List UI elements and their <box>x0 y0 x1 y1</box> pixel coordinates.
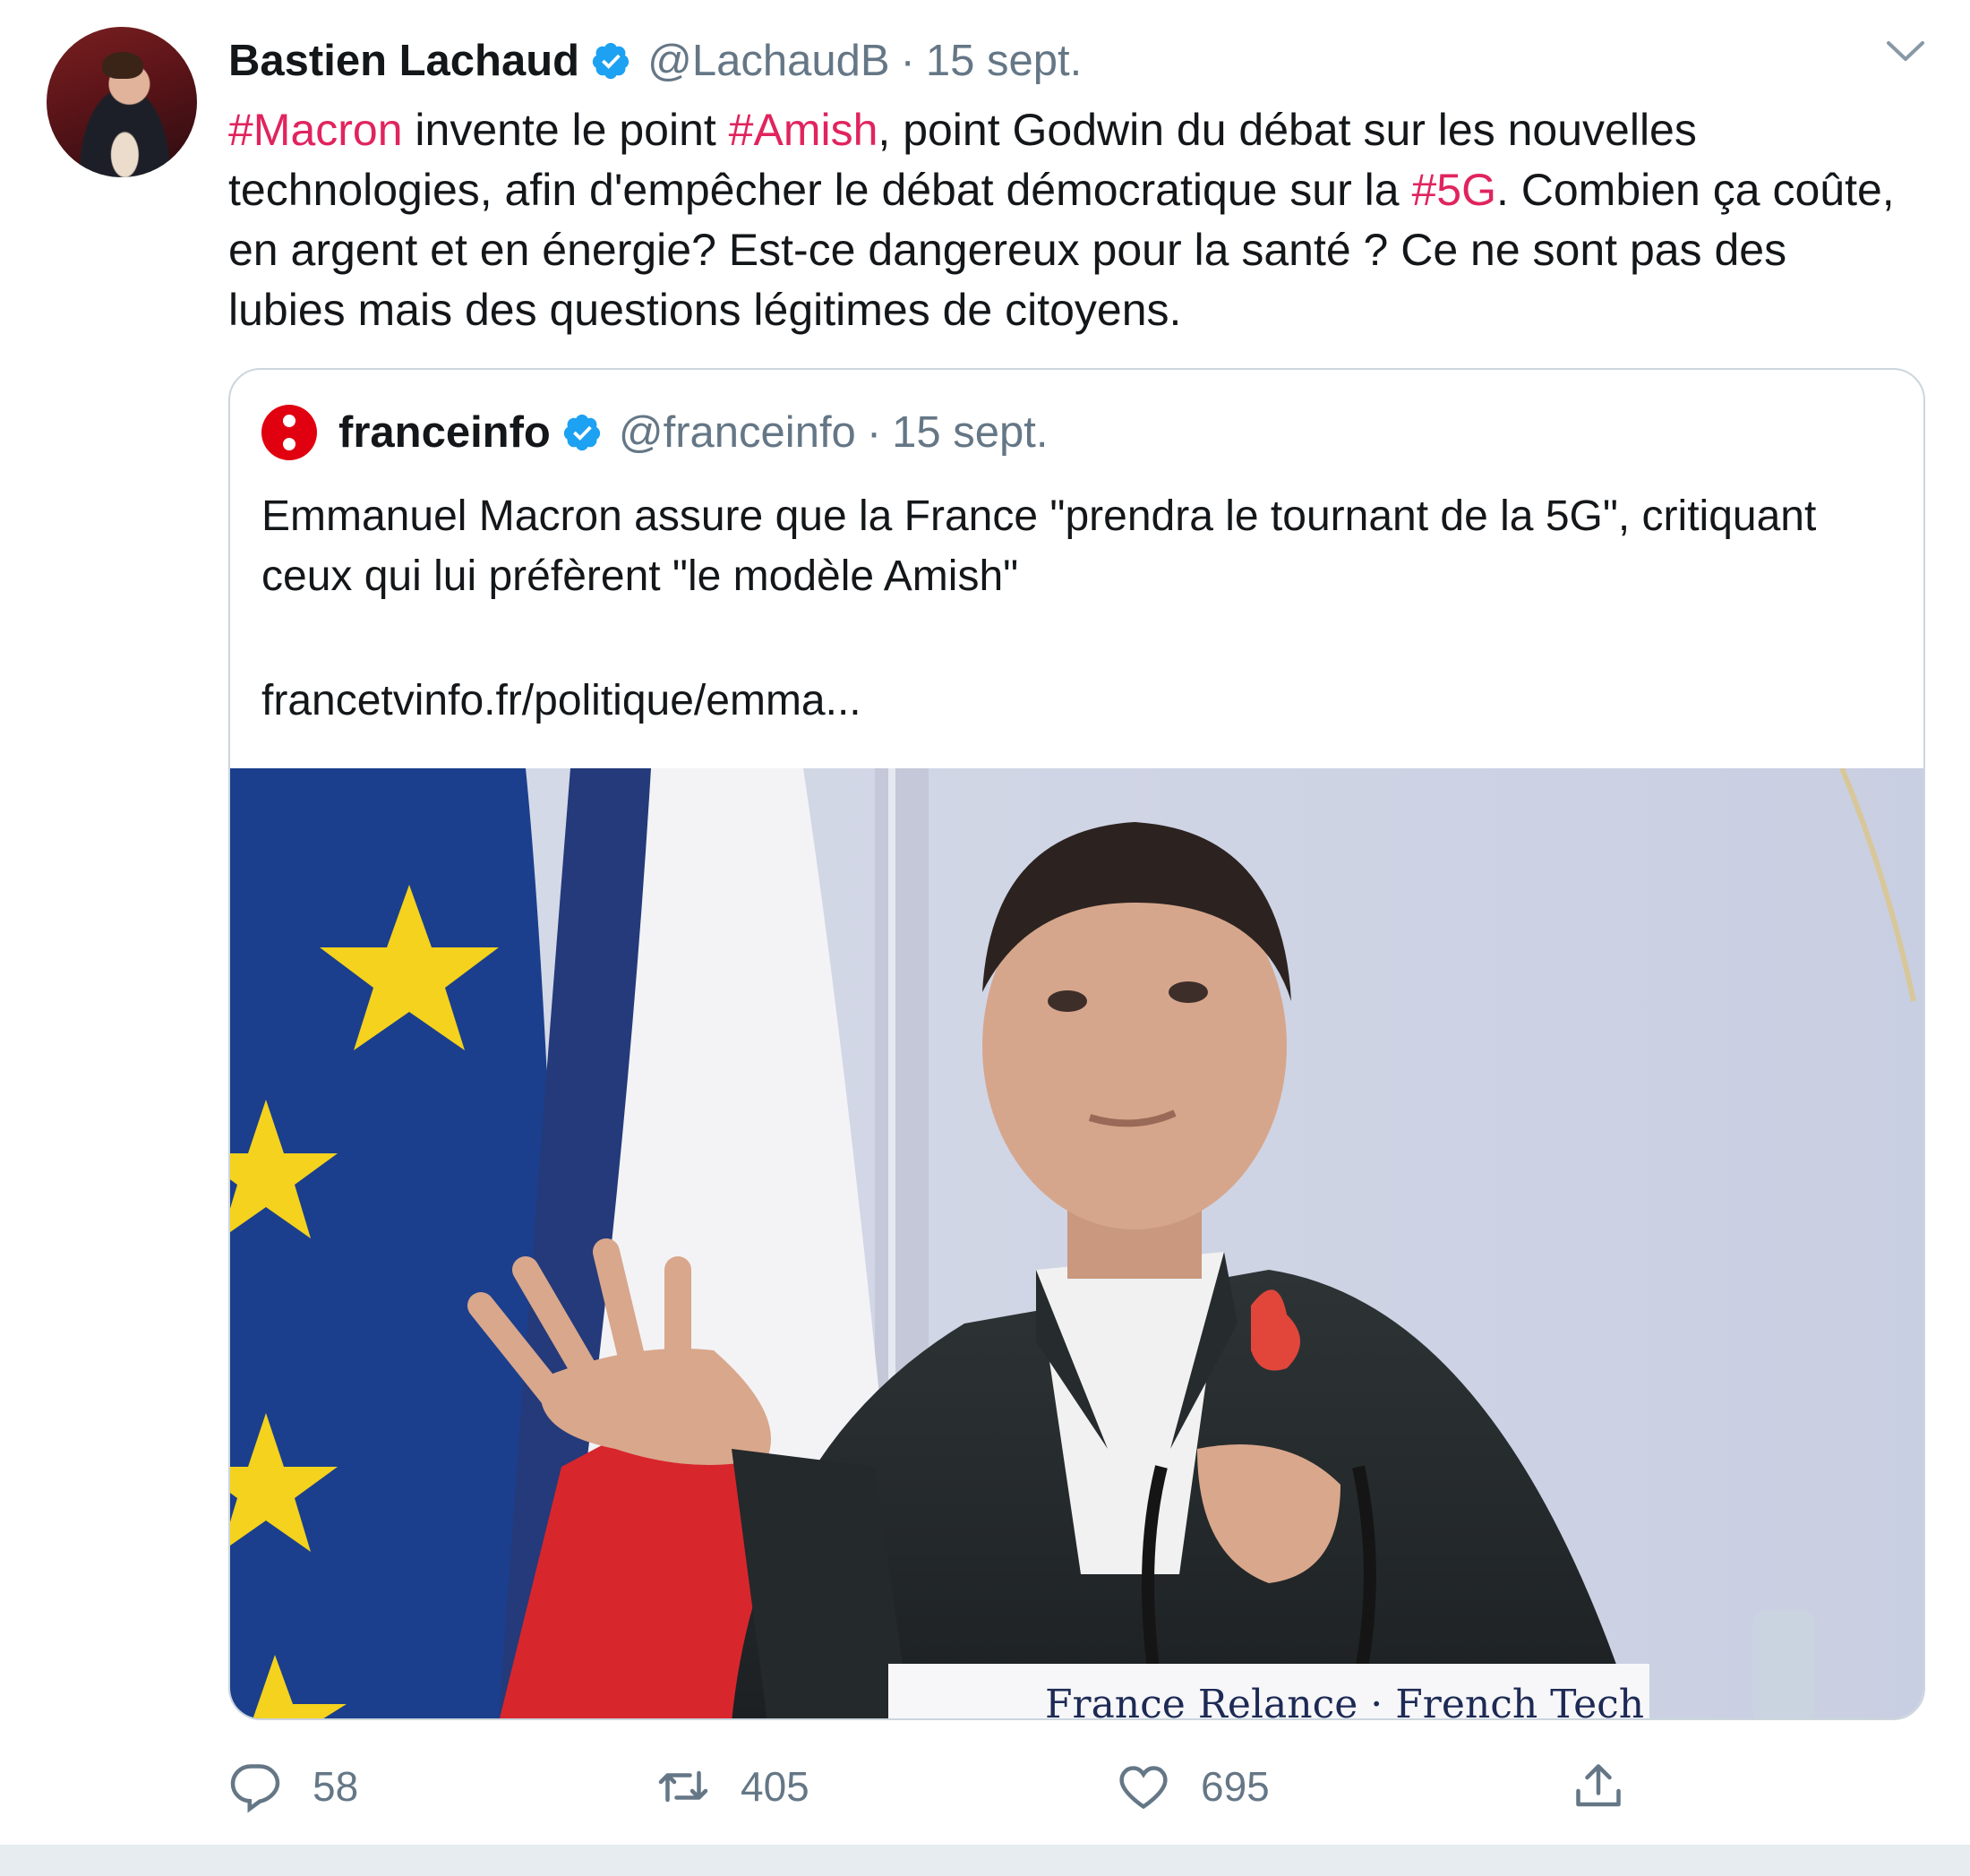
quoted-tweet-text: Emmanuel Macron assure que la France "pr… <box>261 493 1817 600</box>
franceinfo-logo-icon <box>261 405 317 460</box>
page-bottom-strip <box>0 1845 1970 1876</box>
quoted-display-name[interactable]: franceinfo <box>338 407 551 458</box>
author-avatar[interactable] <box>47 27 197 177</box>
quoted-date[interactable]: 15 sept. <box>892 407 1048 458</box>
reply-icon <box>230 1764 280 1813</box>
chevron-down-icon[interactable] <box>1885 38 1926 66</box>
tweet-card[interactable]: Bastien Lachaud @LachaudB · 15 sept. #Ma… <box>0 0 1970 1845</box>
quoted-handle[interactable]: @franceinfo <box>619 407 856 458</box>
podium-sign-text: France Relance · French Tech <box>1045 1682 1644 1720</box>
share-button[interactable] <box>1572 1751 1656 1822</box>
hashtag-amish[interactable]: #Amish <box>729 105 878 155</box>
tweet-text-part: invente le point <box>402 105 729 155</box>
tweet-actions: 58 405 695 <box>228 1751 1751 1822</box>
author-handle[interactable]: @LachaudB <box>647 36 889 86</box>
separator-dot: · <box>866 408 882 457</box>
tweet-date[interactable]: 15 sept. <box>926 36 1082 86</box>
tweet-text: #Macron invente le point #Amish, point G… <box>228 100 1912 340</box>
tweet-header: Bastien Lachaud @LachaudB · 15 sept. <box>228 34 1082 88</box>
hashtag-macron[interactable]: #Macron <box>228 105 403 155</box>
retweet-count: 405 <box>741 1763 809 1810</box>
macron-speech-photo: France Relance · French Tech <box>230 768 1923 1720</box>
retweet-icon <box>658 1770 708 1803</box>
like-count: 695 <box>1201 1763 1270 1810</box>
like-icon <box>1119 1766 1168 1810</box>
hashtag-5g[interactable]: #5G <box>1411 165 1496 215</box>
reply-button[interactable]: 58 <box>228 1751 358 1822</box>
separator-dot: · <box>900 37 915 85</box>
share-icon <box>1576 1764 1621 1807</box>
reply-count: 58 <box>313 1763 359 1810</box>
quoted-tweet-header: franceinfo @franceinfo · 15 sept. <box>261 405 1049 460</box>
verified-badge-icon <box>563 414 600 451</box>
author-display-name[interactable]: Bastien Lachaud <box>228 36 579 86</box>
quoted-link[interactable]: francetvinfo.fr/politique/emma... <box>261 671 861 731</box>
verified-badge-icon <box>592 42 630 80</box>
quoted-photo[interactable]: France Relance · French Tech <box>230 768 1923 1720</box>
quoted-tweet[interactable]: franceinfo @franceinfo · 15 sept. Emmanu… <box>228 368 1925 1720</box>
like-button[interactable]: 695 <box>1117 1751 1270 1822</box>
retweet-button[interactable]: 405 <box>656 1751 809 1822</box>
